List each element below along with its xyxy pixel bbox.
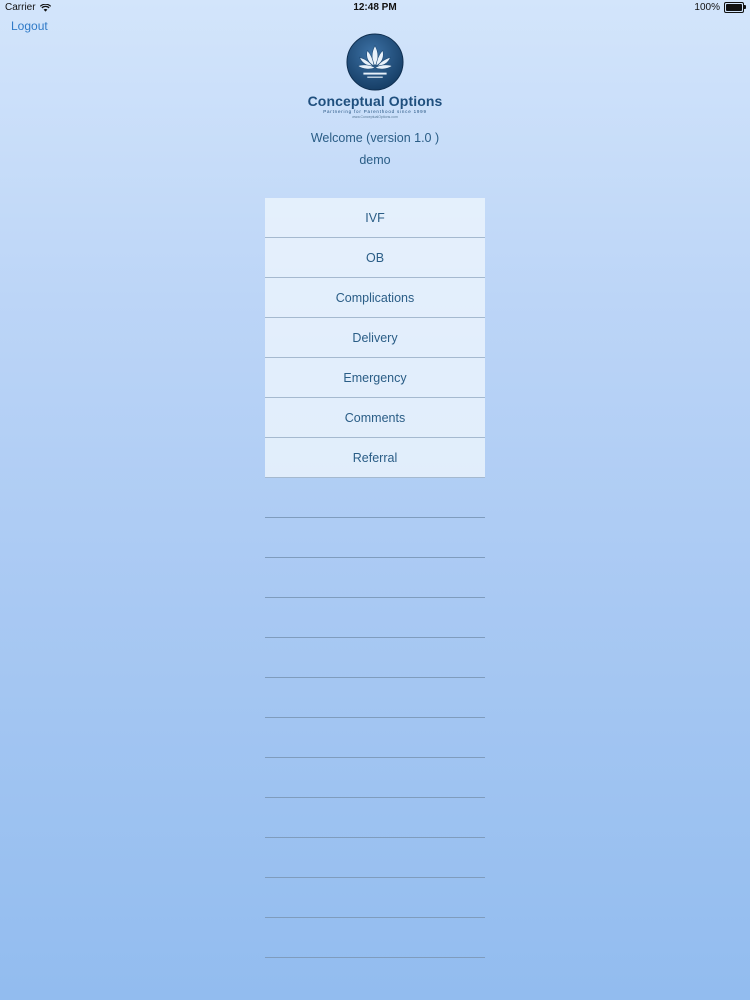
main-menu: IVF OB Complications Delivery Emergency … — [265, 198, 485, 958]
menu-item-ob[interactable]: OB — [265, 238, 485, 278]
menu-item-emergency[interactable]: Emergency — [265, 358, 485, 398]
menu-item-label: OB — [365, 250, 385, 265]
logo: Conceptual Options Partnering for Parent… — [0, 33, 750, 119]
logo-tagline: Partnering for Parenthood since 1999 — [323, 109, 427, 114]
battery-percentage: 100% — [694, 2, 720, 13]
logout-button[interactable]: Logout — [11, 19, 48, 33]
status-time: 12:48 PM — [353, 2, 397, 13]
menu-item-label: Complications — [335, 290, 415, 305]
empty-table-row — [265, 558, 485, 598]
lotus-logo-icon — [346, 33, 404, 91]
welcome-text: Welcome (version 1.0 ) — [310, 131, 440, 145]
status-bar: Carrier 12:48 PM 100% — [0, 0, 750, 16]
menu-item-label: IVF — [365, 210, 385, 225]
menu-item-label: Referral — [352, 450, 398, 465]
menu-item-label: Comments — [344, 410, 406, 425]
menu-item-ivf[interactable]: IVF — [265, 198, 485, 238]
empty-table-row — [265, 798, 485, 838]
menu-item-label: Emergency — [343, 370, 407, 385]
empty-table-row — [265, 678, 485, 718]
menu-item-delivery[interactable]: Delivery — [265, 318, 485, 358]
battery-icon — [724, 2, 746, 13]
empty-table-row — [265, 638, 485, 678]
logo-url: www.ConceptualOptions.com — [352, 115, 398, 119]
empty-table-row — [265, 918, 485, 958]
empty-table-row — [265, 478, 485, 518]
empty-table-row — [265, 878, 485, 918]
username-label: demo — [359, 153, 391, 167]
menu-item-referral[interactable]: Referral — [265, 438, 485, 478]
empty-table-row — [265, 758, 485, 798]
empty-table-row — [265, 518, 485, 558]
logo-name: Conceptual Options — [307, 93, 443, 109]
empty-table-row — [265, 718, 485, 758]
menu-item-label: Delivery — [352, 330, 398, 345]
menu-item-complications[interactable]: Complications — [265, 278, 485, 318]
empty-table-row — [265, 838, 485, 878]
status-right: 100% — [694, 2, 746, 13]
menu-item-comments[interactable]: Comments — [265, 398, 485, 438]
empty-table-row — [265, 598, 485, 638]
